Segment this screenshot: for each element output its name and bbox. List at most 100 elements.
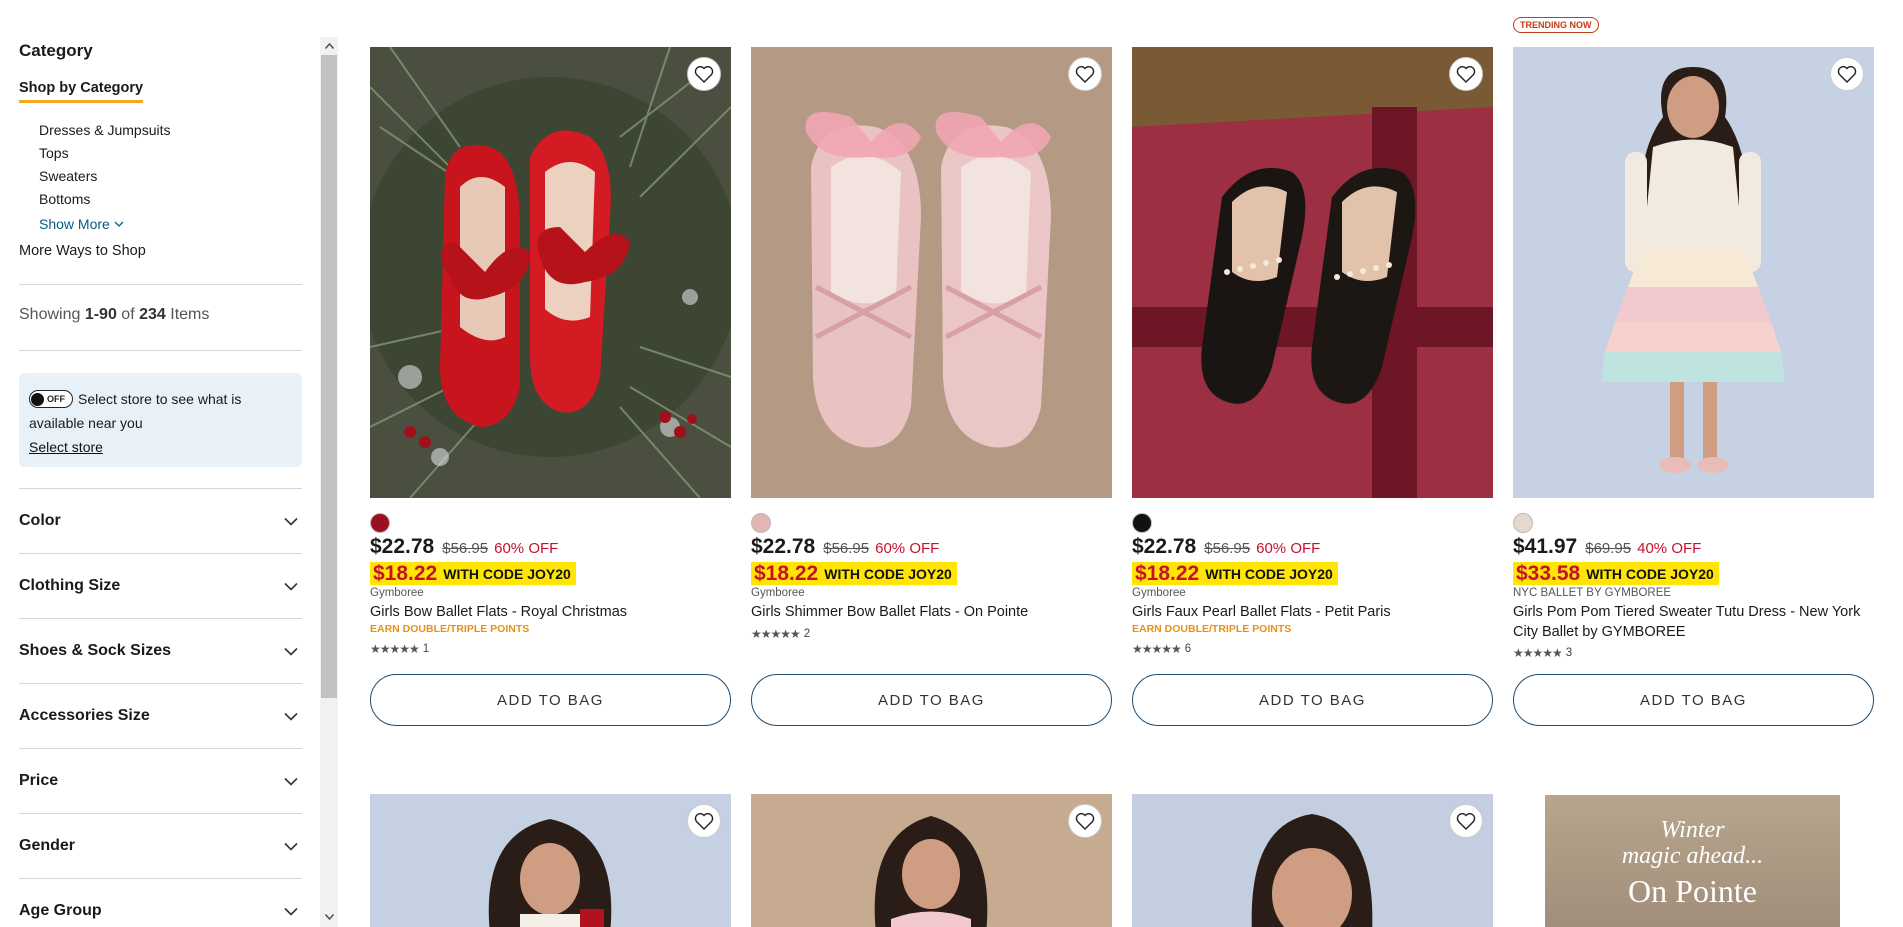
chevron-down-icon — [284, 517, 298, 526]
discount-label: 40% OFF — [1637, 540, 1702, 557]
category-link[interactable]: Bottoms — [39, 190, 170, 213]
add-to-bag-button[interactable]: ADD TO BAG — [370, 674, 731, 726]
store-availability-box: OFF Select store to see what is availabl… — [19, 373, 302, 467]
sale-price: $41.97 — [1513, 535, 1578, 558]
scroll-up-arrow[interactable] — [320, 39, 338, 53]
heart-icon — [1075, 813, 1095, 830]
product-photo-girl-red-dress — [370, 794, 731, 927]
price-row: $22.78 $56.95 60% OFF — [370, 535, 558, 559]
heart-icon — [1837, 66, 1857, 83]
results-count-of: of — [116, 306, 140, 323]
promo-price-badge: $33.58 WITH CODE JOY20 — [1513, 562, 1719, 585]
product-name-link[interactable]: Girls Bow Ballet Flats - Royal Christmas — [370, 602, 731, 622]
product-photo-girl-closeup — [1132, 794, 1493, 927]
chevron-down-icon — [284, 842, 298, 851]
more-ways-to-shop-link[interactable]: More Ways to Shop — [19, 243, 146, 259]
chevron-down-icon — [114, 221, 124, 227]
product-image[interactable] — [370, 794, 731, 927]
product-image[interactable] — [751, 794, 1112, 927]
product-name-link[interactable]: Girls Shimmer Bow Ballet Flats - On Poin… — [751, 602, 1112, 622]
add-to-bag-button[interactable]: ADD TO BAG — [1132, 674, 1493, 726]
price-row: $22.78 $56.95 60% OFF — [1132, 535, 1320, 559]
facet-color[interactable]: Color — [19, 488, 302, 553]
promo-price: $33.58 — [1516, 561, 1581, 585]
product-image[interactable] — [751, 47, 1112, 498]
rating[interactable]: ★★★★★ 2 — [751, 627, 810, 641]
product-name-link[interactable]: Girls Faux Pearl Ballet Flats - Petit Pa… — [1132, 602, 1493, 622]
favorite-button[interactable] — [687, 804, 721, 838]
rating[interactable]: ★★★★★ 3 — [1513, 646, 1572, 660]
promo-code: WITH CODE JOY20 — [443, 565, 571, 582]
chevron-down-icon — [284, 582, 298, 591]
facet-clothing-size[interactable]: Clothing Size — [19, 553, 302, 618]
favorite-button[interactable] — [1449, 804, 1483, 838]
toggle-state-label: OFF — [47, 394, 65, 405]
facet-label: Color — [19, 512, 61, 529]
banner-tagline-text: Winter magic ahead... — [1621, 817, 1764, 869]
heart-icon — [1456, 813, 1476, 830]
scroll-down-arrow[interactable] — [320, 910, 338, 924]
promo-banner[interactable]: Winter magic ahead... On Pointe — [1545, 795, 1840, 927]
color-swatch[interactable] — [751, 513, 771, 533]
promo-price-badge: $18.22 WITH CODE JOY20 — [751, 562, 957, 585]
points-promo: EARN DOUBLE/TRIPLE POINTS — [370, 623, 530, 635]
heart-icon — [694, 66, 714, 83]
trending-badge: TRENDING NOW — [1513, 17, 1599, 33]
color-swatch[interactable] — [370, 513, 390, 533]
facet-label: Clothing Size — [19, 577, 121, 594]
promo-code: WITH CODE JOY20 — [1586, 565, 1714, 582]
facet-shoes-sock-sizes[interactable]: Shoes & Sock Sizes — [19, 618, 302, 683]
facet-gender[interactable]: Gender — [19, 813, 302, 878]
show-more-label: Show More — [39, 216, 110, 232]
product-photo-girl-pink-collar — [751, 794, 1112, 927]
color-swatch[interactable] — [1513, 513, 1533, 533]
product-photo-black-pearl-flats — [1132, 47, 1493, 498]
favorite-button[interactable] — [1449, 57, 1483, 91]
facet-label: Gender — [19, 837, 76, 854]
category-link[interactable]: Sweaters — [39, 167, 170, 190]
product-name-link[interactable]: Girls Pom Pom Tiered Sweater Tutu Dress … — [1513, 602, 1874, 642]
heart-icon — [694, 813, 714, 830]
show-more-button[interactable]: Show More — [39, 216, 124, 232]
brand-name: Gymboree — [370, 587, 424, 599]
add-to-bag-button[interactable]: ADD TO BAG — [1513, 674, 1874, 726]
facet-price[interactable]: Price — [19, 748, 302, 813]
sidebar-scrollbar[interactable] — [320, 37, 338, 927]
category-link[interactable]: Dresses & Jumpsuits — [39, 121, 170, 144]
favorite-button[interactable] — [1068, 57, 1102, 91]
discount-label: 60% OFF — [494, 540, 559, 557]
scrollbar-thumb[interactable] — [321, 55, 337, 698]
star-rating-icon: ★★★★★ — [1132, 642, 1182, 656]
chevron-down-icon — [284, 647, 298, 656]
favorite-button[interactable] — [1068, 804, 1102, 838]
rating[interactable]: ★★★★★ 1 — [370, 642, 429, 656]
facet-label: Price — [19, 772, 59, 789]
product-photo-pink-shimmer-flats — [751, 47, 1112, 498]
heart-icon — [1456, 66, 1476, 83]
chevron-down-icon — [284, 777, 298, 786]
original-price: $56.95 — [442, 540, 489, 557]
category-link[interactable]: Tops — [39, 144, 170, 167]
shop-by-category-tab[interactable]: Shop by Category — [19, 80, 144, 103]
review-count: 1 — [422, 643, 430, 655]
facet-label: Age Group — [19, 902, 102, 919]
select-store-link[interactable]: Select store — [29, 435, 103, 459]
favorite-button[interactable] — [1830, 57, 1864, 91]
review-count: 6 — [1184, 643, 1192, 655]
favorite-button[interactable] — [687, 57, 721, 91]
promo-price: $18.22 — [373, 561, 438, 585]
price-row: $41.97 $69.95 40% OFF — [1513, 535, 1701, 559]
product-image[interactable] — [370, 47, 731, 498]
product-image[interactable] — [1513, 47, 1874, 498]
rating[interactable]: ★★★★★ 6 — [1132, 642, 1191, 656]
brand-name: Gymboree — [751, 587, 805, 599]
results-count-suffix: Items — [165, 306, 210, 323]
store-toggle[interactable]: OFF — [29, 390, 73, 409]
add-to-bag-button[interactable]: ADD TO BAG — [751, 674, 1112, 726]
product-image[interactable] — [1132, 794, 1493, 927]
facet-age-group[interactable]: Age Group — [19, 878, 302, 927]
color-swatch[interactable] — [1132, 513, 1152, 533]
facet-accessories-size[interactable]: Accessories Size — [19, 683, 302, 748]
promo-price-badge: $18.22 WITH CODE JOY20 — [1132, 562, 1338, 585]
product-image[interactable] — [1132, 47, 1493, 498]
